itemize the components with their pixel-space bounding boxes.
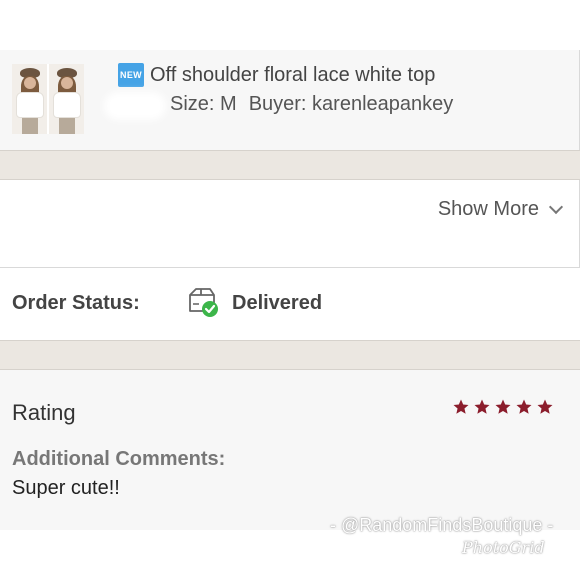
section-divider: [0, 150, 580, 180]
order-status-value: Delivered: [232, 292, 323, 314]
section-divider: [0, 340, 580, 370]
star-icon: [495, 399, 511, 414]
show-more-label: Show More: [437, 198, 539, 220]
delivered-box-icon: [189, 288, 218, 317]
top-blank-area: [0, 0, 580, 50]
comment-text: Super cute!!: [12, 477, 120, 499]
star-icon: [453, 399, 469, 414]
star-icon: [516, 399, 532, 414]
item-buyer: Buyer: karenleapankey: [248, 93, 454, 115]
shipping-details-section: Show More: [0, 180, 580, 268]
product-photo-2: [47, 64, 84, 134]
photogrid-logo: PhotoGrid: [462, 538, 545, 557]
watermark-handle: - @RandomFindsBoutique -: [330, 515, 554, 535]
item-title[interactable]: Off shoulder floral lace white top: [150, 64, 435, 87]
rating-title: Rating: [12, 400, 76, 425]
star-rating: [452, 398, 554, 416]
star-icon: [537, 399, 553, 414]
redacted-area: [104, 92, 166, 120]
item-size: Size: M: [170, 93, 237, 115]
order-status-label: Order Status:: [12, 292, 140, 314]
item-meta: Size: M Buyer: karenleapankey: [170, 93, 453, 116]
redacted-address: [0, 194, 300, 254]
show-more-button[interactable]: Show More: [437, 198, 564, 221]
product-thumbnail[interactable]: [12, 64, 84, 134]
chevron-down-icon: [548, 199, 564, 214]
comments-label: Additional Comments:: [12, 448, 226, 470]
rating-section: Rating Additional Comments: Super cute!!: [0, 370, 580, 530]
new-badge-icon: NEW: [118, 63, 144, 87]
star-icon: [474, 399, 490, 414]
product-photo-1: [12, 64, 47, 134]
